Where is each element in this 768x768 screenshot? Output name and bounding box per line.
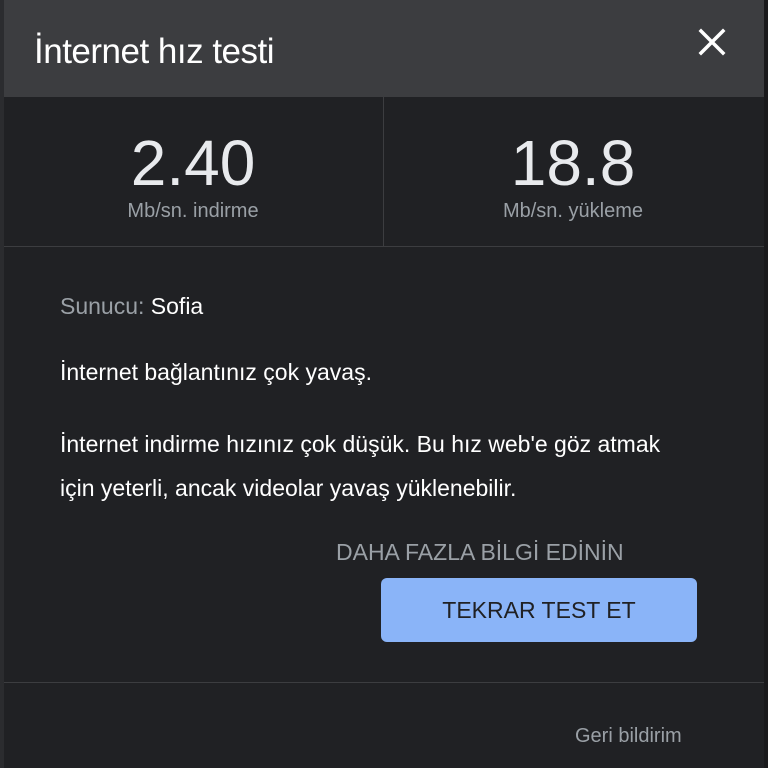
- speed-description: İnternet indirme hızınız çok düşük. Bu h…: [60, 431, 661, 501]
- server-name: Sofia: [150, 293, 204, 319]
- server-label: Sunucu:: [60, 293, 145, 319]
- footer-divider: [4, 682, 764, 683]
- server-info: Sunucu: Sofia: [60, 292, 203, 320]
- close-button[interactable]: [692, 22, 732, 62]
- dialog-header: İnternet hız testi: [4, 0, 764, 97]
- speed-test-dialog: İnternet hız testi 2.40 Mb/sn. indirme 1…: [0, 0, 764, 768]
- feedback-link[interactable]: Geri bildirim: [575, 724, 682, 748]
- upload-speed-unit: Mb/sn. yükleme: [502, 200, 644, 222]
- close-icon: [698, 28, 726, 56]
- speed-stats: 2.40 Mb/sn. indirme 18.8 Mb/sn. yükleme: [4, 97, 764, 247]
- learn-more-link[interactable]: DAHA FAZLA BİLGİ EDİNİN: [336, 538, 624, 566]
- download-speed-value: 2.40: [130, 127, 256, 199]
- connection-status: İnternet bağlantınız çok yavaş.: [60, 359, 372, 385]
- dialog-title: İnternet hız testi: [34, 32, 275, 71]
- window-edge: [764, 0, 768, 768]
- retest-button[interactable]: TEKRAR TEST ET: [381, 578, 697, 642]
- download-speed-unit: Mb/sn. indirme: [127, 200, 259, 222]
- upload-speed-value: 18.8: [510, 127, 636, 199]
- upload-stat: 18.8 Mb/sn. yükleme: [383, 97, 762, 247]
- download-stat: 2.40 Mb/sn. indirme: [4, 97, 382, 247]
